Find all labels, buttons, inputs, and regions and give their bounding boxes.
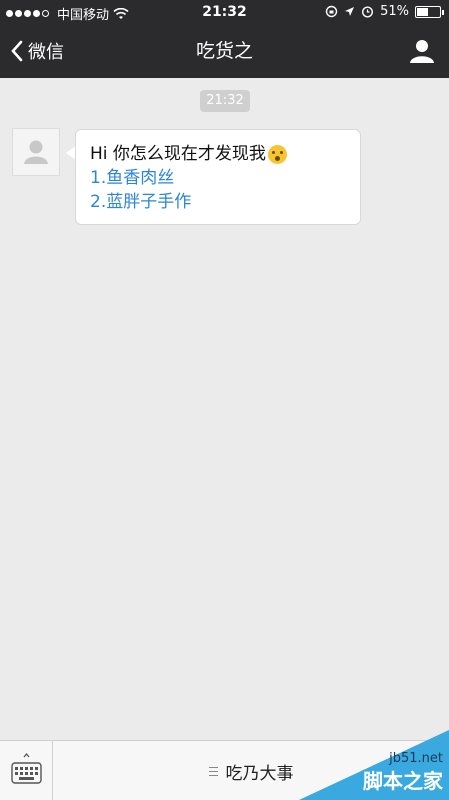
avatar[interactable] — [12, 128, 60, 176]
status-right: 51% — [325, 4, 444, 19]
person-icon — [410, 40, 434, 63]
keyboard-toggle-button[interactable] — [0, 741, 53, 800]
watermark-site: jb51.net — [389, 751, 443, 766]
nav-bar: 微信 吃货之 — [0, 24, 449, 78]
kissing-face-emoji-icon — [267, 144, 287, 164]
keyboard-icon — [11, 752, 42, 784]
default-avatar-icon — [24, 140, 48, 164]
page-title: 吃货之 — [195, 40, 253, 62]
message-bubble[interactable]: Hi 你怎么现在才发现我 1.鱼香肉丝 2.蓝胖子手作 — [75, 129, 361, 225]
rotation-lock-icon — [325, 5, 338, 18]
menu-item-label: 吃乃大事 — [225, 763, 294, 784]
battery-icon — [415, 5, 444, 18]
message-timestamp: 21:32 — [200, 90, 250, 112]
watermark-name: 脚本之家 — [363, 769, 443, 793]
message-link-2[interactable]: 2.蓝胖子手作 — [90, 190, 346, 214]
location-icon — [345, 7, 355, 16]
status-bar: 中国移动 21:32 51% — [0, 0, 449, 24]
battery-percent: 51% — [380, 4, 409, 19]
message-text: Hi 你怎么现在才发现我 — [90, 144, 266, 164]
watermark: jb51.net 脚本之家 — [299, 730, 449, 800]
message-text-line: Hi 你怎么现在才发现我 — [90, 142, 346, 166]
message-link-1[interactable]: 1.鱼香肉丝 — [90, 166, 346, 190]
menu-list-icon — [208, 766, 218, 776]
profile-button[interactable] — [409, 38, 435, 64]
alarm-icon — [362, 6, 374, 18]
